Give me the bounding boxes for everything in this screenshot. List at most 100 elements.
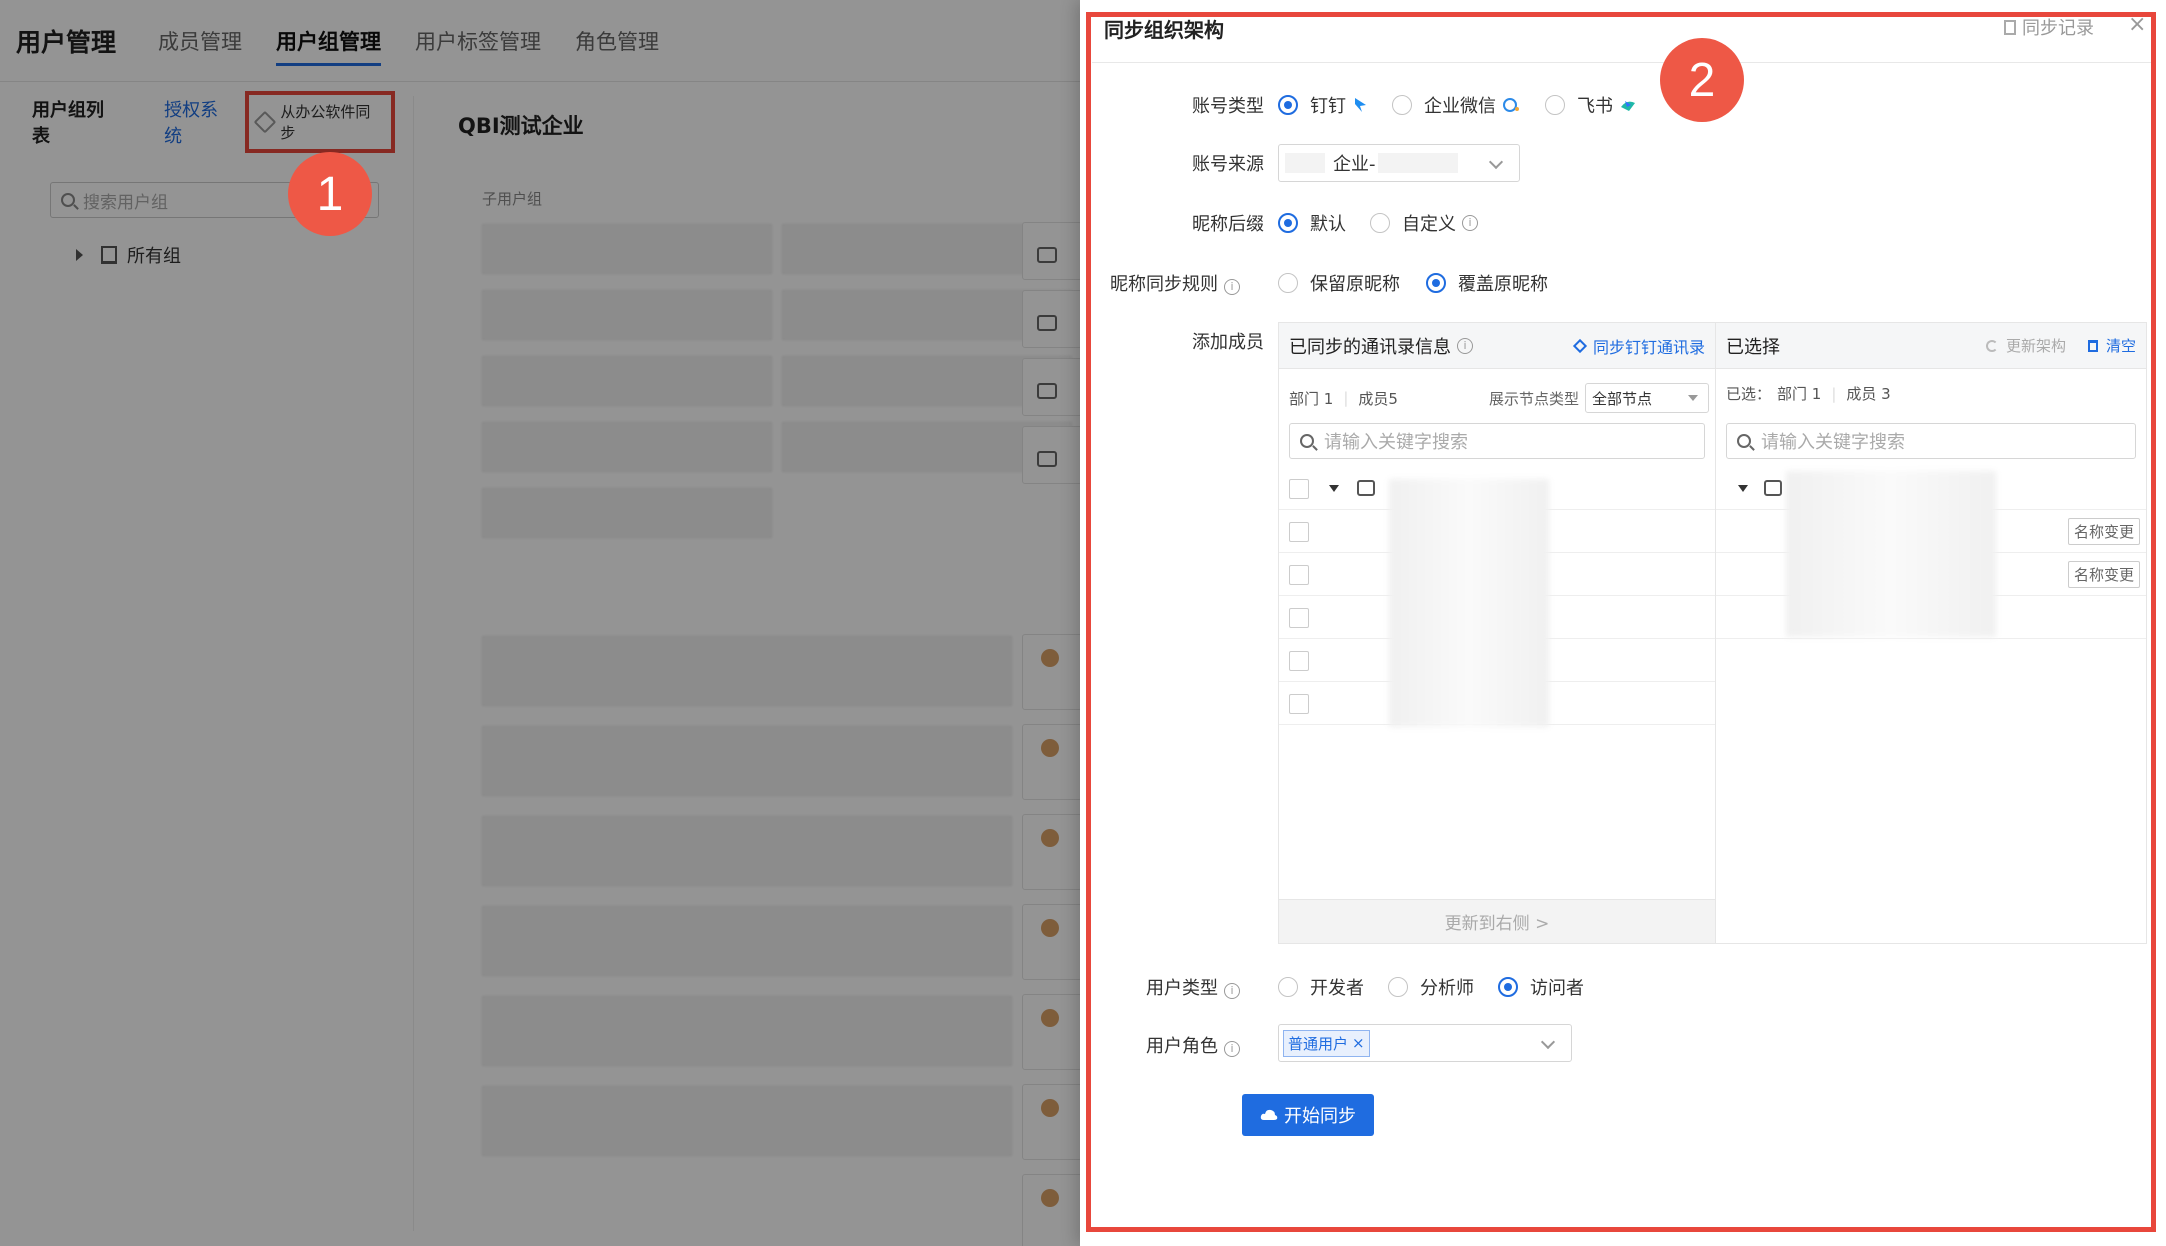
nickname-rule-label-wrap: 昵称同步规则 i	[1040, 270, 1240, 296]
add-members-label: 添加成员	[1192, 332, 1264, 353]
refresh-structure-button[interactable]: 更新架构	[1985, 335, 2066, 356]
dept-count: 部门 1	[1289, 389, 1334, 408]
user-type-label-wrap: 用户类型 i	[1040, 974, 1240, 1000]
checkbox[interactable]	[1289, 608, 1309, 628]
synced-directory-panel: 已同步的通讯录信息 i 同步钉钉通讯录 部门 1 | 成员5 展示节点类型 全部…	[1278, 322, 1716, 944]
account-type-label: 账号类型	[1192, 96, 1264, 117]
search-icon	[1300, 434, 1314, 448]
radio-dot	[1545, 95, 1565, 115]
radio-feishu[interactable]: 飞书	[1545, 92, 1637, 118]
update-to-right-label: 更新到右侧 >	[1444, 914, 1550, 934]
radio-visitor[interactable]: 访问者	[1498, 974, 1584, 1000]
radio-override-nickname[interactable]: 覆盖原昵称	[1426, 270, 1548, 296]
radio-dot-selected	[1498, 977, 1518, 997]
role-tag-label: 普通用户	[1288, 1034, 1349, 1053]
wecom-icon	[1503, 98, 1519, 112]
sync-dingtalk-link[interactable]: 同步钉钉通讯录	[1572, 334, 1705, 358]
member-count: 成员5	[1358, 389, 1398, 408]
user-role-select[interactable]: 普通用户 ×	[1278, 1024, 1572, 1062]
checkbox[interactable]	[1289, 651, 1309, 671]
radio-dot	[1278, 273, 1298, 293]
radio-wecom[interactable]: 企业微信	[1392, 92, 1522, 118]
document-icon	[2004, 19, 2016, 35]
selected-member-count: 成员 3	[1846, 385, 1891, 403]
radio-wecom-label: 企业微信	[1424, 96, 1496, 117]
sync-record-link[interactable]: 同步记录	[2004, 14, 2094, 40]
info-icon[interactable]: i	[1224, 279, 1240, 295]
blurred-content	[1389, 479, 1549, 727]
page: 用户管理 成员管理 用户组管理 用户标签管理 角色管理 用户组列表 授权系统 从…	[0, 0, 2166, 1246]
radio-dot	[1370, 213, 1390, 233]
user-role-label: 用户角色	[1146, 1036, 1218, 1057]
feishu-icon	[1621, 101, 1635, 111]
nickname-suffix-label: 昵称后缀	[1192, 214, 1264, 235]
blurred-content	[1377, 153, 1458, 173]
selected-title: 已选择	[1726, 336, 1780, 358]
radio-feishu-label: 飞书	[1577, 96, 1613, 117]
synced-directory-header: 已同步的通讯录信息 i 同步钉钉通讯录	[1279, 323, 1715, 369]
node-type-select[interactable]: 全部节点	[1585, 383, 1709, 413]
selected-header: 已选择 更新架构 清空	[1716, 323, 2146, 369]
sync-record-label: 同步记录	[2022, 18, 2094, 39]
radio-visitor-label: 访问者	[1530, 978, 1584, 999]
radio-dot-selected	[1278, 213, 1298, 233]
selected-panel: 已选择 更新架构 清空 已选： 部门 1 | 成员 3 请输入关键字搜索 名称变…	[1715, 322, 2147, 944]
caret-down-icon	[1688, 395, 1698, 401]
info-icon[interactable]: i	[1224, 983, 1240, 999]
radio-override-nickname-label: 覆盖原昵称	[1458, 274, 1548, 295]
search-icon	[1737, 434, 1751, 448]
update-to-right-button[interactable]: 更新到右侧 >	[1279, 899, 1715, 943]
checkbox[interactable]	[1289, 565, 1309, 585]
radio-dot	[1278, 977, 1298, 997]
rename-tag: 名称变更	[2067, 561, 2140, 588]
info-icon[interactable]: i	[1224, 1041, 1240, 1057]
refresh-structure-label: 更新架构	[2005, 337, 2066, 355]
checkbox[interactable]	[1289, 479, 1309, 499]
callout-badge-2: 2	[1660, 38, 1744, 122]
radio-analyst-label: 分析师	[1420, 978, 1474, 999]
blurred-content	[1285, 153, 1325, 173]
selected-dept-count: 部门 1	[1777, 385, 1822, 403]
checkbox[interactable]	[1289, 522, 1309, 542]
user-role-label-wrap: 用户角色 i	[1040, 1032, 1240, 1058]
radio-dingtalk[interactable]: 钉钉	[1278, 92, 1368, 118]
caret-down-icon[interactable]	[1329, 485, 1339, 492]
radio-suffix-custom-label: 自定义	[1402, 214, 1456, 235]
org-icon	[1764, 480, 1782, 496]
clear-label: 清空	[2105, 337, 2136, 355]
role-tag: 普通用户 ×	[1283, 1029, 1370, 1057]
remove-tag-icon[interactable]: ×	[1352, 1034, 1365, 1052]
drawer-header-divider	[1092, 62, 2152, 63]
radio-analyst[interactable]: 分析师	[1388, 974, 1474, 1000]
selected-prefix: 已选：	[1726, 385, 1772, 403]
synced-stats-bar: 部门 1 | 成员5 展示节点类型 全部节点	[1289, 383, 1709, 413]
radio-suffix-custom[interactable]: 自定义 i	[1370, 210, 1478, 236]
account-source-value: 企业-	[1333, 154, 1376, 175]
callout-badge-1: 1	[288, 152, 372, 236]
radio-suffix-default-label: 默认	[1310, 214, 1346, 235]
radio-dot	[1388, 977, 1408, 997]
right-search-input[interactable]: 请输入关键字搜索	[1726, 423, 2136, 459]
radio-keep-nickname[interactable]: 保留原昵称	[1278, 270, 1400, 296]
account-source-select[interactable]: 企业-	[1278, 144, 1520, 182]
start-sync-button[interactable]: 开始同步	[1242, 1094, 1374, 1136]
drawer-title: 同步组织架构	[1104, 18, 1224, 42]
radio-dot	[1392, 95, 1412, 115]
close-icon[interactable]: ×	[2128, 12, 2146, 37]
left-search-placeholder: 请输入关键字搜索	[1324, 432, 1468, 453]
info-icon[interactable]: i	[1462, 215, 1478, 231]
blurred-content	[1786, 471, 1996, 637]
clear-button[interactable]: 清空	[2087, 335, 2136, 356]
info-icon[interactable]: i	[1457, 337, 1473, 354]
radio-suffix-default[interactable]: 默认	[1278, 210, 1346, 236]
radio-developer[interactable]: 开发者	[1278, 974, 1364, 1000]
right-search-placeholder: 请输入关键字搜索	[1761, 432, 1905, 453]
sync-dingtalk-label: 同步钉钉通讯录	[1592, 337, 1705, 357]
node-type-label: 展示节点类型	[1488, 389, 1579, 408]
checkbox[interactable]	[1289, 694, 1309, 714]
caret-down-icon[interactable]	[1738, 485, 1748, 492]
radio-dot-selected	[1426, 273, 1446, 293]
modal-mask[interactable]	[0, 0, 1080, 1246]
nickname-rule-label: 昵称同步规则	[1110, 274, 1218, 295]
left-search-input[interactable]: 请输入关键字搜索	[1289, 423, 1705, 459]
